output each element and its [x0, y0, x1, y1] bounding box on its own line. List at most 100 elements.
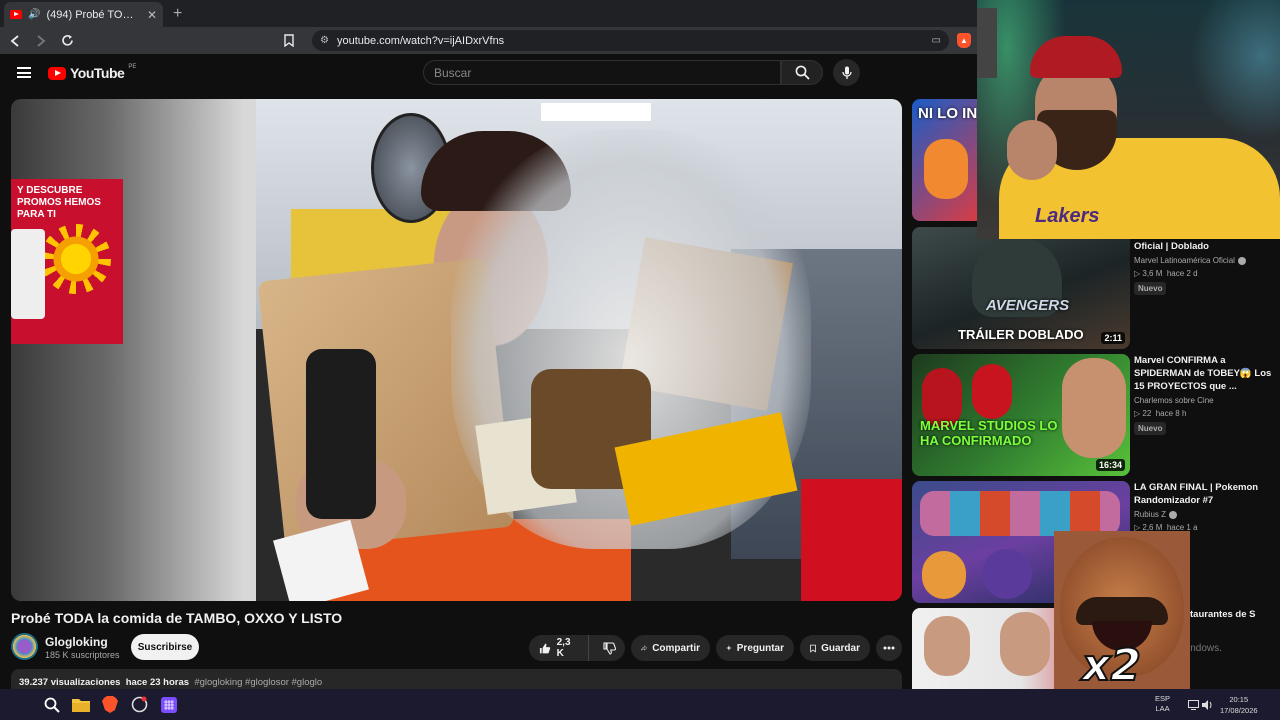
upload-age: hace 2 d: [1166, 269, 1198, 278]
wall-poster: [977, 8, 997, 78]
youtube-play-icon: [48, 66, 66, 80]
upload-age: hace 23 horas: [125, 677, 190, 688]
brave-browser-icon[interactable]: [100, 695, 119, 714]
site-info-icon[interactable]: ⚙: [320, 35, 329, 46]
person-figure: [1000, 612, 1050, 676]
share-label: Compartir: [652, 642, 700, 654]
subscribe-button[interactable]: Suscribirse: [131, 634, 199, 660]
like-count: 2,3 K: [556, 637, 571, 659]
channel-name: Charlemos sobre Cine: [1134, 396, 1214, 405]
video-duration: 2:11: [1101, 332, 1125, 344]
youtube-favicon-icon: [10, 10, 22, 19]
bookmark-save-icon: [810, 644, 816, 653]
ask-button[interactable]: Preguntar: [716, 635, 794, 661]
more-actions-button[interactable]: [876, 635, 902, 661]
search-icon: [795, 65, 810, 80]
upload-age: hace 8 h: [1155, 409, 1187, 418]
webcam-overlay: Lakers: [977, 0, 1280, 239]
video-player[interactable]: Y DESCUBRE PROMOS HEMOS PARA TI: [11, 99, 902, 601]
view-count: 39.237 visualizaciones: [19, 677, 121, 688]
meme-multiplier-text: x2: [1081, 639, 1142, 692]
address-bar[interactable]: ⚙ youtube.com/watch?v=ijAIDxrVfns ▭: [312, 30, 949, 51]
windows-start-icon[interactable]: [12, 695, 29, 712]
new-tab-button[interactable]: +: [173, 2, 182, 27]
verified-icon: [1237, 256, 1246, 265]
brave-shields-icon[interactable]: ▲: [957, 33, 971, 48]
voice-search-button[interactable]: [833, 59, 860, 86]
ask-label: Preguntar: [736, 642, 784, 654]
youtube-logo[interactable]: YouTube PE: [48, 64, 136, 81]
recommendation-channel[interactable]: Charlemos sobre Cine: [1134, 396, 1214, 405]
new-badge: Nuevo: [1134, 282, 1167, 295]
url-text: youtube.com/watch?v=ijAIDxrVfns: [336, 34, 505, 47]
save-label: Guardar: [821, 642, 860, 654]
browser-toolbar: ⚙ youtube.com/watch?v=ijAIDxrVfns ▭ ▲: [0, 27, 977, 54]
channel-avatar[interactable]: [11, 633, 38, 660]
search-input[interactable]: Buscar: [423, 60, 781, 85]
sparkle-icon: [726, 645, 732, 651]
person-figure: [924, 616, 970, 676]
charizard-figure: [924, 139, 968, 199]
save-button[interactable]: Guardar: [800, 635, 870, 661]
tab-close-icon[interactable]: ✕: [147, 8, 157, 22]
audio-icon[interactable]: 🔊: [28, 9, 40, 20]
ceiling-light: [541, 103, 651, 121]
tab-title: (494) Probé TODA la comida d...: [46, 8, 140, 21]
promo-sun-graphic: [41, 224, 111, 294]
like-button[interactable]: 2,3 K: [529, 635, 589, 661]
recommendation-thumbnail[interactable]: AVENGERS TRÁILER DOBLADO 2:11: [912, 227, 1130, 349]
screen: 🔊 (494) Probé TODA la comida d... ✕ + ⚙ …: [0, 0, 1280, 720]
dislike-button[interactable]: [594, 635, 625, 661]
grid-app-icon[interactable]: [159, 695, 178, 714]
menu-icon[interactable]: [17, 67, 31, 78]
app-icon[interactable]: [130, 695, 149, 714]
subscriber-count: 185 K suscriptores: [45, 650, 120, 660]
browser-tab[interactable]: 🔊 (494) Probé TODA la comida d... ✕: [4, 2, 163, 27]
thumbs-up-icon: [539, 643, 551, 653]
recommendation-title[interactable]: Marvel CONFIRMA a SPIDERMAN de TOBEY😱 Lo…: [1134, 354, 1274, 393]
new-badge: Nuevo: [1134, 422, 1167, 435]
channel-name: Marvel Latinoamérica Oficial: [1134, 256, 1235, 265]
reload-icon[interactable]: [58, 32, 76, 50]
hashtags[interactable]: #glogloking #gloglosor #gloglo: [194, 677, 322, 688]
recommendation-title[interactable]: taurantes de S: [1190, 608, 1280, 621]
streamer-beanie: [1030, 36, 1122, 78]
channel-name[interactable]: Glogloking: [45, 635, 108, 649]
like-dislike-group: 2,3 K: [529, 635, 625, 661]
recommendation-thumbnail[interactable]: MARVEL STUDIOS LO HA CONFIRMADO 16:34: [912, 354, 1130, 476]
thumbnail-text: TRÁILER DOBLADO: [958, 327, 1084, 342]
recommendation-title[interactable]: LA GRAN FINAL | Pokemon Randomizador #7: [1134, 481, 1274, 507]
volume-icon[interactable]: [1201, 695, 1213, 714]
taskbar: ESP LAA 20:15 17/08/2026: [0, 689, 1280, 720]
bookmark-icon[interactable]: [280, 32, 298, 50]
thumbnail-text: NI LO IN: [918, 105, 978, 122]
recommendation-item[interactable]: MARVEL STUDIOS LO HA CONFIRMADO 16:34 Ma…: [912, 354, 1280, 476]
view-count: 22: [1142, 409, 1152, 418]
streamer-hand: [1007, 120, 1057, 180]
recommendation-item[interactable]: AVENGERS TRÁILER DOBLADO 2:11 Oficial | …: [912, 227, 1280, 349]
youtube-wordmark: YouTube: [70, 65, 125, 81]
forward-icon[interactable]: [32, 32, 50, 50]
file-explorer-icon[interactable]: [71, 695, 90, 714]
recommendation-channel[interactable]: Marvel Latinoamérica Oficial: [1134, 256, 1246, 265]
recommendation-title[interactable]: Oficial | Doblado: [1134, 240, 1274, 253]
language-indicator[interactable]: ESP LAA: [1155, 694, 1170, 714]
thumbs-down-icon: [603, 641, 616, 655]
clock-time: 20:15: [1229, 695, 1249, 704]
taskbar-search-icon[interactable]: [42, 695, 61, 714]
youtube-header: YouTube PE Buscar: [0, 54, 977, 91]
video-title: Probé TODA la comida de TAMBO, OXXO Y LI…: [11, 610, 343, 626]
shirt-logo-text: Lakers: [1035, 205, 1100, 227]
recommendation-channel[interactable]: Rubius Z: [1134, 510, 1178, 519]
system-clock[interactable]: 20:15 17/08/2026: [1220, 694, 1258, 716]
cast-icon[interactable]: ▭: [932, 35, 941, 46]
video-duration: 16:34: [1095, 459, 1125, 471]
back-icon[interactable]: [6, 32, 24, 50]
view-count: 3,6 M: [1142, 269, 1163, 278]
spiderman-figure: [972, 364, 1012, 419]
search-button[interactable]: [781, 60, 823, 85]
keyboard-layout: LAA: [1155, 704, 1170, 713]
share-button[interactable]: Compartir: [631, 635, 710, 661]
recommendation-meta: ▷ 22 hace 8 h: [1134, 409, 1187, 418]
network-icon[interactable]: [1187, 695, 1199, 714]
